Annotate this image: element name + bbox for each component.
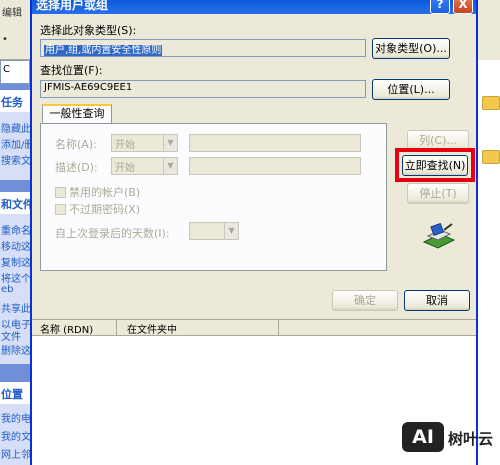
background-toolbar-item[interactable]: 编辑 [2, 4, 22, 19]
background-file-link[interactable]: eb [1, 284, 30, 295]
object-type-field: 用户,组,或内置安全性原则 [40, 39, 366, 57]
locations-button[interactable]: 位置(L)... [372, 79, 450, 100]
common-queries-panel: 名称(A): 开始 ▼ 描述(D): 开始 ▼ 禁用的帐户(B) 不过期密码(X… [40, 123, 387, 271]
background-toolbar-item[interactable]: • [2, 34, 8, 45]
close-button[interactable]: X [453, 0, 473, 14]
background-file-link[interactable]: 移动这 [1, 238, 30, 253]
results-header: 名称 (RDN) 在文件夹中 [32, 320, 476, 336]
chevron-down-icon: ▼ [163, 158, 177, 174]
watermark-text: 树叶云 [448, 430, 494, 448]
select-users-dialog: 选择用户或组 ? X 选择此对象类型(S): 用户,组,或内置安全性原则 对象类… [30, 0, 478, 465]
description-input[interactable] [189, 157, 361, 175]
object-type-label: 选择此对象类型(S): [40, 24, 137, 37]
column-divider[interactable] [278, 320, 279, 336]
days-since-logon-select[interactable]: ▼ [189, 222, 239, 240]
background-task-link[interactable]: 隐藏此 [1, 120, 30, 135]
non-expiring-password-label: 不过期密码(X) [69, 203, 141, 216]
search-query-icon [422, 222, 456, 249]
description-mode-select[interactable]: 开始 ▼ [111, 157, 178, 175]
checkbox-icon [55, 187, 66, 198]
name-mode-select[interactable]: 开始 ▼ [111, 134, 178, 152]
background-window-right [475, 0, 500, 465]
background-window-left: 编辑 • C 任务 隐藏此 添加/删 搜索文 和文件 重命名 移动这 复制这 将… [0, 0, 30, 465]
background-place-link[interactable]: 网上邻 [1, 446, 30, 461]
dialog-title: 选择用户或组 [36, 0, 109, 12]
background-right-toolbar [476, 0, 500, 60]
background-section-title[interactable]: 任务 [0, 90, 30, 112]
background-toolbar: 编辑 • [0, 0, 30, 60]
background-place-link[interactable]: 我的文 [1, 428, 30, 443]
cancel-button[interactable]: 取消 [404, 290, 470, 311]
folder-icon[interactable] [482, 96, 500, 110]
location-field: JFMIS-AE69C9EE1 [40, 80, 366, 98]
background-file-link[interactable]: 共享此 [1, 300, 30, 315]
help-button[interactable]: ? [430, 0, 450, 14]
column-header-name[interactable]: 名称 (RDN) [40, 321, 93, 336]
background-file-link[interactable]: 复制这 [1, 254, 30, 269]
highlight-box [395, 148, 475, 182]
background-place-link[interactable]: 我的电 [1, 410, 30, 425]
non-expiring-password-checkbox[interactable]: 不过期密码(X) [55, 201, 140, 217]
background-task-link[interactable]: 搜索文 [1, 152, 30, 167]
column-divider[interactable] [116, 320, 117, 336]
background-file-link[interactable]: 重命名 [1, 222, 30, 237]
disabled-accounts-label: 禁用的帐户(B) [69, 186, 141, 199]
background-file-link[interactable]: 文件 [1, 328, 30, 343]
background-file-link[interactable]: 将这个 [1, 270, 30, 285]
background-address-text: C [3, 64, 10, 75]
background-address-bar[interactable]: C [0, 60, 30, 84]
days-since-logon-label: 自上次登录后的天数(I): [55, 227, 170, 240]
description-label: 描述(D): [55, 161, 98, 174]
object-types-button[interactable]: 对象类型(O)... [372, 38, 450, 59]
object-type-value: 用户,组,或内置安全性原则 [44, 45, 163, 56]
disabled-accounts-checkbox[interactable]: 禁用的帐户(B) [55, 184, 140, 200]
chevron-down-icon: ▼ [224, 223, 238, 239]
name-mode-value: 开始 [115, 140, 135, 151]
chevron-down-icon: ▼ [163, 135, 177, 151]
watermark: AI 树叶云 [400, 420, 500, 456]
column-header-folder[interactable]: 在文件夹中 [127, 321, 177, 336]
watermark-logo: AI [402, 422, 444, 452]
stop-button[interactable]: 停止(T) [407, 183, 469, 204]
dialog-title-bar[interactable]: 选择用户或组 ? X [32, 0, 476, 14]
ok-button[interactable]: 确定 [332, 290, 398, 311]
background-task-link[interactable]: 添加/删 [1, 136, 30, 151]
checkbox-icon [55, 204, 66, 215]
tab-common-queries[interactable]: 一般性查询 [42, 104, 112, 124]
name-input[interactable] [189, 134, 361, 152]
name-label: 名称(A): [55, 138, 97, 151]
background-file-link[interactable]: 删除这 [1, 342, 30, 357]
folder-icon[interactable] [482, 150, 500, 164]
background-section-title[interactable]: 位置 [0, 382, 30, 404]
description-mode-value: 开始 [115, 163, 135, 174]
background-section-title[interactable]: 和文件 [0, 192, 30, 214]
location-label: 查找位置(F): [40, 64, 103, 77]
